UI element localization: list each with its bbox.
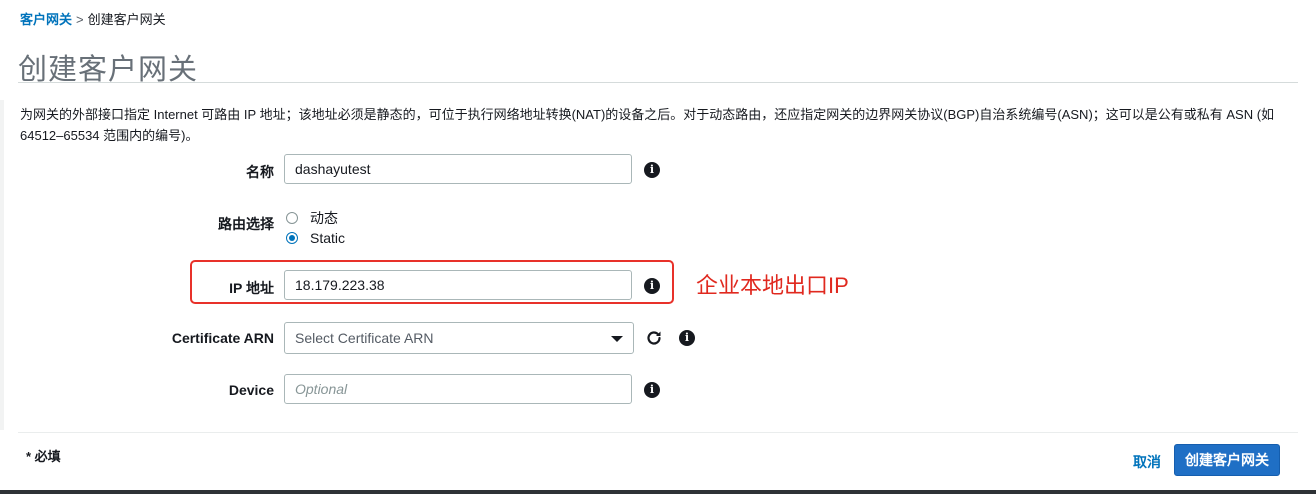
device-label: Device bbox=[228, 382, 274, 398]
refresh-icon[interactable] bbox=[645, 329, 663, 347]
info-icon[interactable]: i bbox=[644, 162, 660, 178]
radio-static[interactable] bbox=[286, 232, 298, 244]
create-customer-gateway-button[interactable]: 创建客户网关 bbox=[1174, 444, 1280, 476]
info-icon[interactable]: i bbox=[679, 330, 695, 346]
info-icon[interactable]: i bbox=[644, 382, 660, 398]
ip-address-input[interactable] bbox=[284, 270, 632, 300]
name-input[interactable] bbox=[284, 154, 632, 184]
breadcrumb: 客户网关 > 创建客户网关 bbox=[20, 9, 166, 28]
cancel-button[interactable]: 取消 bbox=[1133, 452, 1161, 472]
title-divider bbox=[18, 82, 1298, 83]
certificate-label: Certificate ARN bbox=[171, 330, 274, 346]
bottom-bar bbox=[0, 490, 1316, 494]
radio-dynamic-label: 动态 bbox=[310, 210, 338, 226]
routing-label: 路由选择 bbox=[218, 216, 274, 232]
radio-static-label: Static bbox=[310, 230, 346, 246]
routing-option-static[interactable]: Static bbox=[286, 230, 345, 246]
annotation-text: 企业本地出口IP bbox=[696, 273, 849, 298]
certificate-select[interactable]: Select Certificate ARN bbox=[284, 322, 634, 354]
dropdown-caret-icon bbox=[611, 336, 623, 342]
routing-option-dynamic[interactable]: 动态 bbox=[286, 208, 338, 228]
breadcrumb-link-customer-gateways[interactable]: 客户网关 bbox=[20, 12, 72, 27]
left-panel-edge bbox=[0, 100, 4, 430]
breadcrumb-current: 创建客户网关 bbox=[87, 12, 166, 27]
info-icon[interactable]: i bbox=[644, 278, 660, 294]
device-input[interactable] bbox=[284, 374, 632, 404]
footer-divider bbox=[18, 432, 1298, 433]
name-label: 名称 bbox=[246, 164, 274, 180]
ip-label: IP 地址 bbox=[229, 280, 274, 296]
radio-dynamic[interactable] bbox=[286, 212, 298, 224]
breadcrumb-separator: > bbox=[76, 12, 84, 27]
certificate-select-value: Select Certificate ARN bbox=[295, 330, 434, 346]
required-note: * 必填 bbox=[26, 449, 61, 464]
page-description: 为网关的外部接口指定 Internet 可路由 IP 地址；该地址必须是静态的，… bbox=[20, 107, 1275, 143]
